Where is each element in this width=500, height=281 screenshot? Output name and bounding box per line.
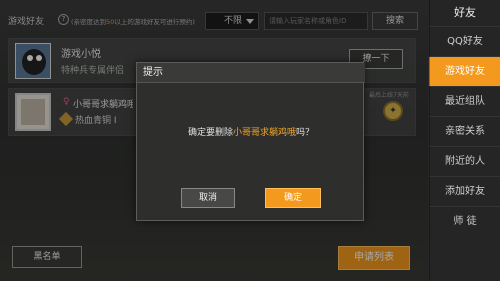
sidebar-header: 好友 xyxy=(454,6,476,19)
sidebar-item-add-friend[interactable]: 添加好友 xyxy=(429,176,500,206)
cancel-button[interactable]: 取消 xyxy=(181,188,235,208)
confirm-delete-dialog: 提示 确定要删除小哥哥求躺鸡哦吗？ 取消 确定 xyxy=(136,62,365,221)
sidebar-item-game-friends[interactable]: 游戏好友 xyxy=(429,56,500,86)
dialog-title: 提示 xyxy=(137,63,365,83)
sidebar-item-intimate[interactable]: 亲密关系 xyxy=(429,116,500,146)
sidebar-item-mentor[interactable]: 师 徒 xyxy=(429,206,500,236)
friends-sidebar: 好友 QQ好友 游戏好友 最近组队 亲密关系 附近的人 添加好友 师 徒 xyxy=(428,0,500,281)
confirm-button[interactable]: 确定 xyxy=(265,188,321,208)
sidebar-item-qq-friends[interactable]: QQ好友 xyxy=(429,26,500,56)
sidebar-item-nearby[interactable]: 附近的人 xyxy=(429,146,500,176)
sidebar-item-recent-teams[interactable]: 最近组队 xyxy=(429,86,500,116)
dialog-message: 确定要删除小哥哥求躺鸡哦吗？ xyxy=(187,128,315,138)
